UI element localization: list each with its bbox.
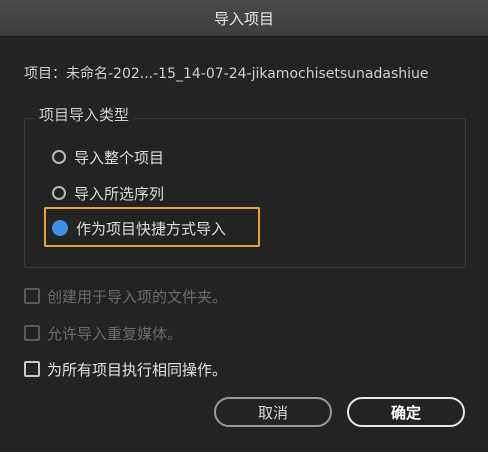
- dialog-title: 导入项目: [213, 9, 274, 28]
- radio-label: 作为项目快捷方式导入: [76, 219, 227, 238]
- checkbox-label: 创建用于导入项的文件夹。: [47, 287, 228, 306]
- checkbox-allow-duplicate-media: 允许导入重复媒体。: [24, 322, 182, 344]
- checkbox-apply-to-all[interactable]: 为所有项目执行相同操作。: [24, 358, 227, 380]
- radio-button-selected-icon[interactable]: [52, 220, 68, 236]
- cancel-button[interactable]: 取消: [214, 397, 332, 427]
- checkbox-icon: [24, 325, 40, 341]
- checkbox-icon: [24, 288, 40, 304]
- radio-import-selected-sequences[interactable]: 导入所选序列: [52, 182, 164, 204]
- radio-button-icon[interactable]: [52, 150, 66, 164]
- checkbox-create-folder: 创建用于导入项的文件夹。: [24, 285, 227, 307]
- checkbox-label: 允许导入重复媒体。: [47, 324, 183, 343]
- dialog-titlebar[interactable]: 导入项目: [0, 0, 488, 37]
- radio-label: 导入整个项目: [74, 148, 165, 167]
- radio-label: 导入所选序列: [74, 184, 165, 203]
- radio-import-as-shortcut[interactable]: 作为项目快捷方式导入: [52, 217, 226, 239]
- radio-button-icon[interactable]: [52, 186, 66, 200]
- ok-button[interactable]: 确定: [347, 397, 465, 427]
- radio-import-entire-project[interactable]: 导入整个项目: [52, 146, 164, 168]
- import-project-dialog: 导入项目 项目：未命名-202...-15_14-07-24-jikamochi…: [0, 0, 488, 452]
- import-type-group-title: 项目导入类型: [34, 104, 135, 125]
- checkbox-icon[interactable]: [24, 361, 40, 377]
- checkbox-label: 为所有项目执行相同操作。: [47, 360, 228, 379]
- project-name-label: 项目：未命名-202...-15_14-07-24-jikamochisetsu…: [24, 66, 429, 82]
